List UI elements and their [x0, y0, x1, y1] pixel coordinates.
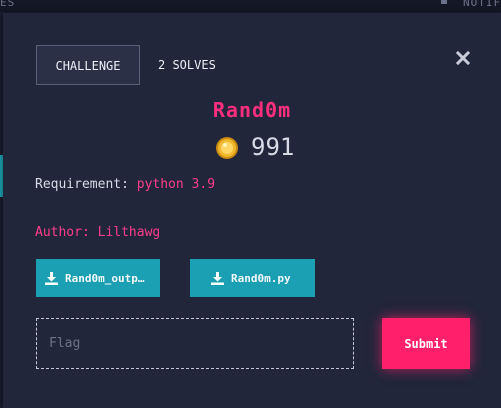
file-label: Rand0m_outp…: [65, 271, 145, 285]
background-notifications-text: NOTIF: [463, 0, 501, 9]
submit-button[interactable]: Submit: [382, 318, 470, 369]
tab-challenge[interactable]: CHALLENGE: [36, 45, 140, 85]
close-icon[interactable]: [456, 51, 470, 65]
challenge-title: Rand0m: [212, 98, 292, 122]
file-download-button-output[interactable]: Rand0m_outp…: [36, 259, 160, 297]
tab-solves[interactable]: 2 SOLVES: [158, 45, 216, 85]
bell-icon: [441, 0, 447, 4]
requirement-label: Requirement:: [35, 177, 137, 192]
download-icon: [45, 271, 58, 285]
challenge-modal: CHALLENGE 2 SOLVES Rand0m 991 Requiremen…: [3, 13, 501, 408]
file-label: Rand0m.py: [231, 271, 291, 285]
file-download-button-script[interactable]: Rand0m.py: [190, 259, 315, 297]
author: Author: Lilthawg: [35, 225, 161, 240]
background-topbar: ES NOTIF: [0, 0, 501, 12]
flag-input[interactable]: [36, 318, 354, 369]
requirement-value: python 3.9: [136, 177, 216, 192]
requirement: Requirement: python 3.9: [35, 177, 215, 192]
background-nav-text: ES: [0, 0, 16, 9]
challenge-points: 991: [251, 133, 295, 161]
download-icon: [211, 271, 224, 285]
coin-icon: [216, 137, 238, 159]
